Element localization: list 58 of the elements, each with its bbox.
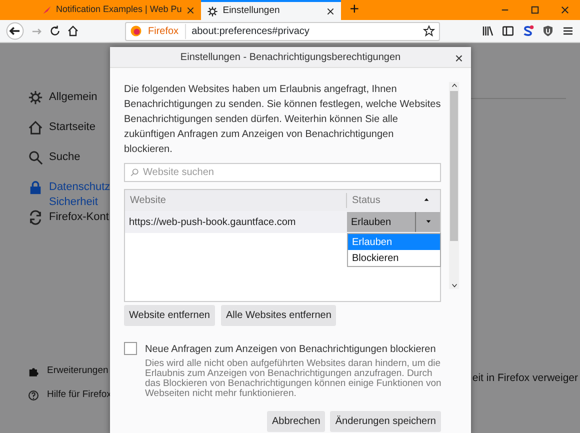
browser-tab[interactable]: Einstellungen <box>200 0 341 20</box>
help-icon <box>28 390 39 400</box>
description-text: Die folgenden Websites haben um Erlaubnis angefragt, Ihnen Benachrichtigungen zu senden. Sie können festlegen, welche Websites Benachrichtigungen senden dürfen. Weiterhin können Sie alle zukünftigen Anfragen zum Anzeigen von Benachrichtigungen blockieren. <box>124 83 442 157</box>
new-tab-button[interactable]: + <box>350 0 360 22</box>
home-icon <box>28 120 43 135</box>
sync-icon <box>28 210 43 225</box>
shield-icon[interactable] <box>542 25 554 37</box>
caret-icon <box>424 218 432 226</box>
gear-icon <box>206 6 218 16</box>
remove-button[interactable]: Website entfernen <box>124 305 215 326</box>
bookmark-star-icon[interactable] <box>423 25 435 37</box>
browser-tab[interactable]: Notification Examples | Web Pu <box>36 0 201 20</box>
sidebar-item[interactable]: Firefox-Kont <box>28 210 110 240</box>
checkbox[interactable] <box>124 342 137 355</box>
menu-icon[interactable] <box>562 25 574 37</box>
background-text: eit in Firefox verweiger <box>472 371 578 386</box>
sort-icon <box>423 196 430 203</box>
browser-logo-icon <box>130 25 142 37</box>
gear-icon <box>28 90 43 105</box>
sidebar-link[interactable]: Erweiterungen <box>28 359 110 383</box>
lock-icon <box>28 180 43 195</box>
scroll-down-icon[interactable] <box>450 282 458 289</box>
sidebar-item[interactable]: Allgemein <box>28 90 110 120</box>
hint-text: Dies wird alle nicht oben aufgeführten Websites daran hindern, um die Erlaubnis zum Anzeigen von Benachrichtigungen anzufragen. Durch das Blockieren von Benachrichtigungen können einige Funktionen von Webseiten nicht mehr funktionieren. <box>145 359 442 399</box>
table-row[interactable]: https://web-push-book.gauntface.com Erlauben <box>125 211 440 233</box>
close-icon[interactable] <box>186 6 195 14</box>
url-text: about:preferences#privacy <box>192 24 310 38</box>
sidebar-item[interactable]: Startseite <box>28 120 110 150</box>
extension-icon[interactable] <box>522 25 534 37</box>
puzzle-icon <box>28 366 39 376</box>
identity-label: Firefox <box>148 24 186 38</box>
search-icon <box>28 150 43 165</box>
close-icon[interactable] <box>560 5 570 15</box>
reload-icon[interactable] <box>49 25 61 37</box>
sidebar-icon[interactable] <box>502 25 514 37</box>
library-icon[interactable] <box>482 25 494 37</box>
back-icon[interactable] <box>6 22 24 40</box>
address-bar[interactable]: Firefox about:preferences#privacy <box>125 22 440 40</box>
maximize-icon[interactable] <box>530 5 540 15</box>
dialog-title: Einstellungen - Benachrichtigungsberechtigungen <box>180 50 401 64</box>
search-field[interactable]: Website suchen <box>124 163 441 182</box>
sidebar-link[interactable]: Hilfe für Firefox <box>28 383 110 407</box>
column-header[interactable]: Status <box>347 193 440 208</box>
dialog-button[interactable]: Änderungen speichern <box>330 411 441 432</box>
status-dropdown[interactable]: Erlauben <box>347 212 440 232</box>
close-button[interactable]: × <box>454 48 463 69</box>
menu-item[interactable]: Blockieren <box>348 250 440 266</box>
menu-item[interactable]: Erlauben <box>348 234 440 250</box>
scroll-up-icon[interactable] <box>450 82 458 89</box>
checkbox-label: Neue Anfragen zum Anzeigen von Benachrichtigungen blockieren <box>145 343 436 357</box>
column-header[interactable]: Website <box>125 193 347 208</box>
dialog-button[interactable]: Abbrechen <box>266 411 326 432</box>
remove-button[interactable]: Alle Websites entfernen <box>220 305 336 326</box>
home-icon[interactable] <box>67 25 79 37</box>
scrollbar[interactable] <box>449 82 459 289</box>
close-icon[interactable] <box>326 6 335 16</box>
rocket-icon <box>42 5 52 15</box>
sidebar-item[interactable]: Suche <box>28 150 110 180</box>
